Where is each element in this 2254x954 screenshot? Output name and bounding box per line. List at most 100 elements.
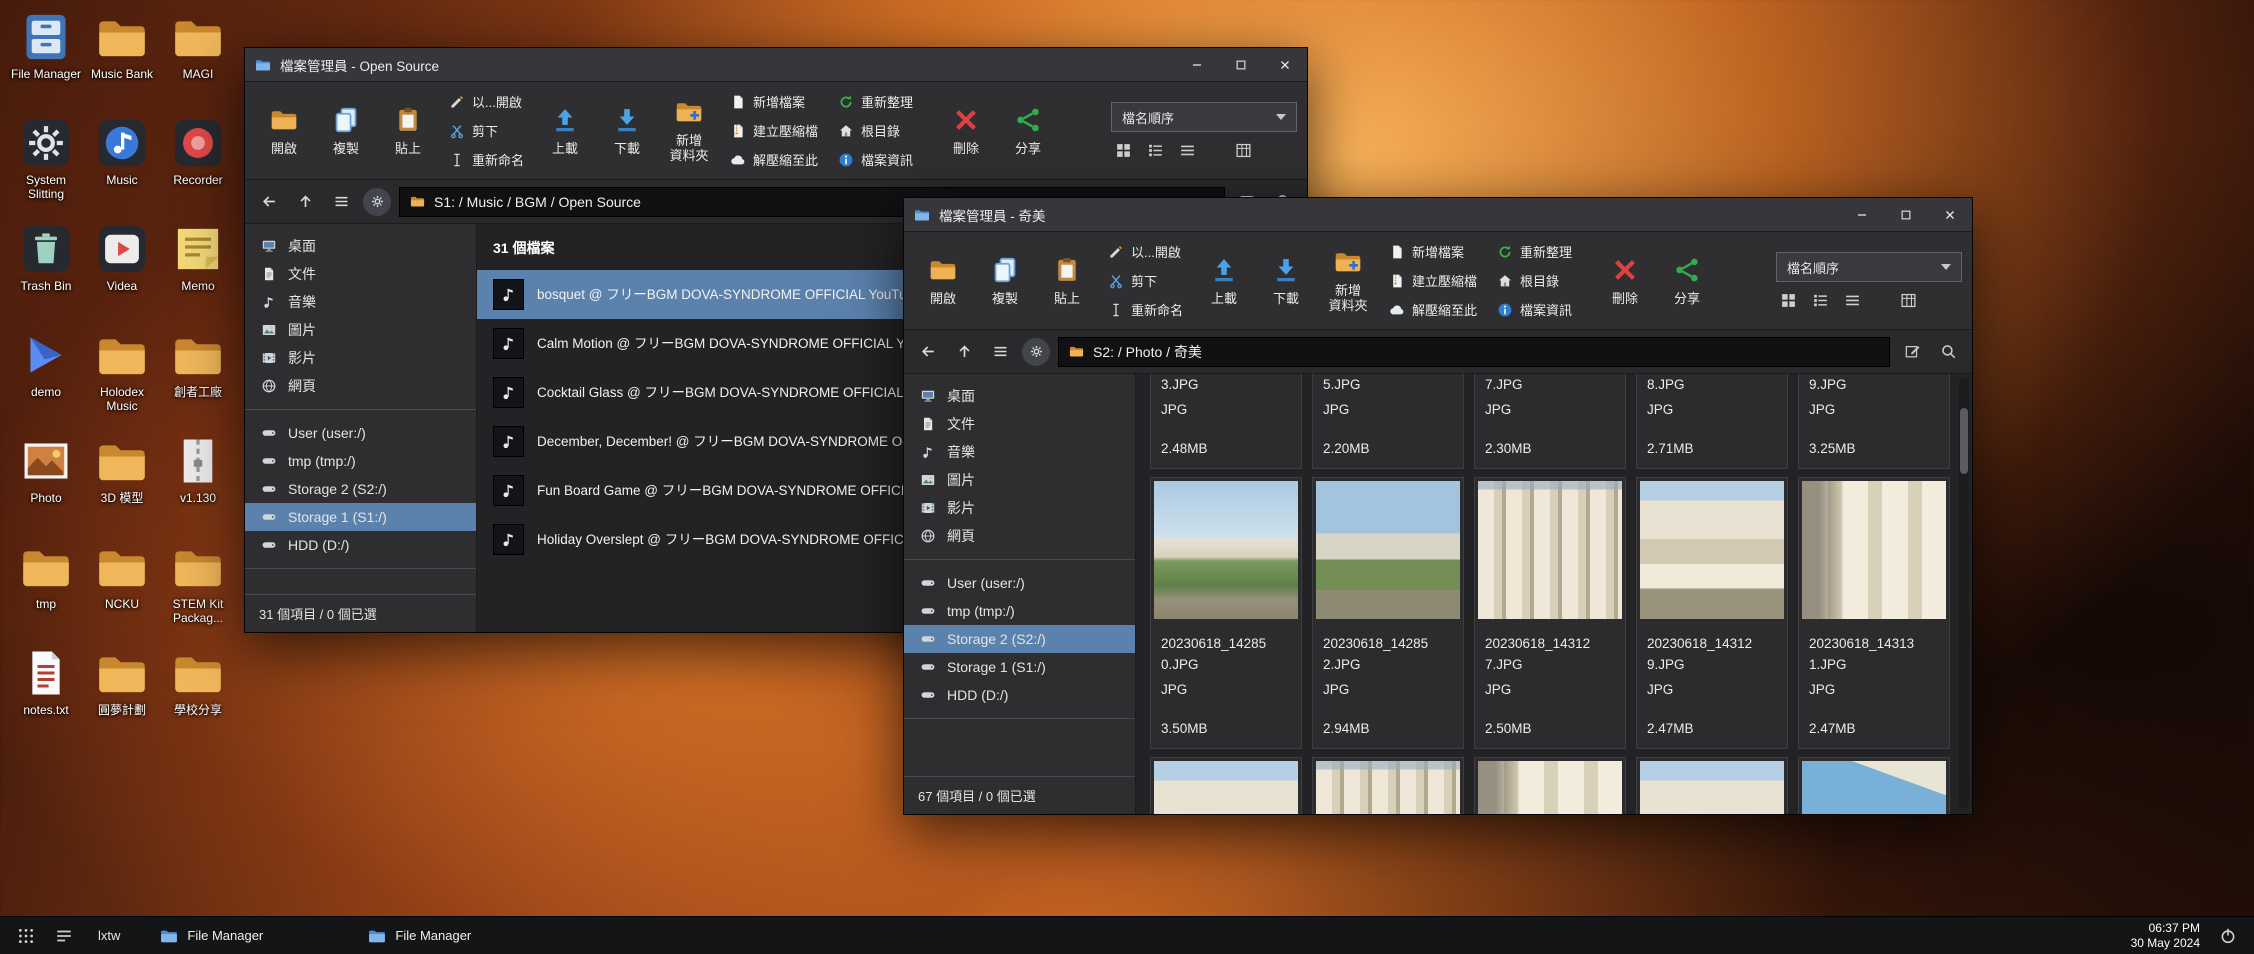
close-button[interactable] <box>1928 198 1972 231</box>
desktop-icon[interactable]: tmp <box>8 536 84 642</box>
desktop-icon[interactable]: Recorder <box>160 112 236 218</box>
menu-button[interactable] <box>327 188 355 216</box>
up-button[interactable] <box>950 338 978 366</box>
view-columns-button[interactable] <box>1900 292 1917 309</box>
clock[interactable]: 06:37 PM 30 May 2024 <box>2131 921 2212 951</box>
photo-cell[interactable]: 20230618_142852.JPGJPG2.94MB <box>1312 477 1464 749</box>
settings-button[interactable] <box>1022 338 1050 366</box>
desktop-icon[interactable]: 3D 模型 <box>84 430 160 536</box>
view-columns-button[interactable] <box>1235 142 1252 159</box>
back-button[interactable] <box>914 338 942 366</box>
desktop-icon[interactable]: v1.130 <box>160 430 236 536</box>
download-button[interactable]: 下載 <box>598 87 656 175</box>
sidebar-drive[interactable]: tmp (tmp:/) <box>904 597 1135 625</box>
open-with-button[interactable]: 以...開啟 <box>441 89 532 115</box>
cut-button[interactable]: 剪下 <box>441 118 532 144</box>
delete-button[interactable]: 刪除 <box>937 87 995 175</box>
desktop-icon[interactable]: Photo <box>8 430 84 536</box>
sidebar-drive[interactable]: User (user:/) <box>904 569 1135 597</box>
photo-cell[interactable] <box>1636 757 1788 814</box>
sidebar-place-desktop[interactable]: 桌面 <box>904 382 1135 410</box>
desktop-icon[interactable]: Videa <box>84 218 160 324</box>
path-input[interactable]: S2: / Photo / 奇美 <box>1058 337 1890 367</box>
desktop-icon[interactable]: notes.txt <box>8 642 84 748</box>
photo-cell[interactable] <box>1474 757 1626 814</box>
cut-button[interactable]: 剪下 <box>1100 268 1191 294</box>
create-archive-button[interactable]: 建立壓縮檔 <box>1381 268 1485 294</box>
root-button[interactable]: 根目錄 <box>1489 268 1580 294</box>
view-grid-button[interactable] <box>1780 292 1797 309</box>
sidebar-drive[interactable]: HDD (D:/) <box>245 531 476 559</box>
paste-button[interactable]: 貼上 <box>379 87 437 175</box>
view-list-button[interactable] <box>1147 142 1164 159</box>
desktop-icon[interactable]: System Slitting <box>8 112 84 218</box>
paste-button[interactable]: 貼上 <box>1038 237 1096 325</box>
desktop-icon[interactable]: NCKU <box>84 536 160 642</box>
desktop-icon[interactable]: STEM Kit Packag... <box>160 536 236 642</box>
menu-button[interactable] <box>986 338 1014 366</box>
delete-button[interactable]: 刪除 <box>1596 237 1654 325</box>
upload-button[interactable]: 上載 <box>1195 237 1253 325</box>
minimize-button[interactable] <box>1175 48 1219 81</box>
start-button[interactable] <box>10 920 42 952</box>
titlebar[interactable]: 檔案管理員 - 奇美 <box>904 198 1972 232</box>
new-folder-button[interactable]: 新增資料夾 <box>1319 237 1377 325</box>
sidebar-place-music[interactable]: 音樂 <box>904 438 1135 466</box>
download-button[interactable]: 下載 <box>1257 237 1315 325</box>
sidebar-drive[interactable]: Storage 2 (S2:/) <box>904 625 1135 653</box>
sidebar-place-desktop[interactable]: 桌面 <box>245 232 476 260</box>
open-button[interactable]: 開啟 <box>255 87 313 175</box>
upload-button[interactable]: 上載 <box>536 87 594 175</box>
maximize-button[interactable] <box>1219 48 1263 81</box>
close-button[interactable] <box>1263 48 1307 81</box>
sidebar-place-doc[interactable]: 文件 <box>904 410 1135 438</box>
new-file-button[interactable]: 新增檔案 <box>1381 239 1485 265</box>
create-archive-button[interactable]: 建立壓縮檔 <box>722 118 826 144</box>
file-info-button[interactable]: 檔案資訊 <box>830 147 921 173</box>
sidebar-place-image[interactable]: 圖片 <box>904 466 1135 494</box>
photo-cell[interactable] <box>1312 757 1464 814</box>
rename-button[interactable]: 重新命名 <box>441 147 532 173</box>
desktop-icon[interactable]: 學校分享 <box>160 642 236 748</box>
desktop-icon[interactable]: demo <box>8 324 84 430</box>
taskbar-task-button[interactable]: File Manager <box>354 917 522 954</box>
sort-order-select[interactable]: 檔名順序 <box>1776 252 1962 282</box>
edit-path-button[interactable] <box>1898 338 1926 366</box>
sidebar-place-film[interactable]: 影片 <box>904 494 1135 522</box>
sidebar-place-music[interactable]: 音樂 <box>245 288 476 316</box>
settings-button[interactable] <box>363 188 391 216</box>
photo-cell[interactable]: 20230618_142850.JPGJPG3.50MB <box>1150 477 1302 749</box>
view-compact-button[interactable] <box>1844 292 1861 309</box>
refresh-button[interactable]: 重新整理 <box>830 89 921 115</box>
photo-cell[interactable]: 20230618_143131.JPGJPG2.47MB <box>1798 477 1950 749</box>
sidebar-drive[interactable]: User (user:/) <box>245 419 476 447</box>
copy-button[interactable]: 複製 <box>976 237 1034 325</box>
copy-button[interactable]: 複製 <box>317 87 375 175</box>
desktop-icon[interactable]: File Manager <box>8 6 84 112</box>
share-button[interactable]: 分享 <box>1658 237 1716 325</box>
desktop-icon[interactable]: MAGI <box>160 6 236 112</box>
photo-cell[interactable]: 20230618_143127.JPGJPG2.50MB <box>1474 477 1626 749</box>
sidebar-place-image[interactable]: 圖片 <box>245 316 476 344</box>
sidebar-place-doc[interactable]: 文件 <box>245 260 476 288</box>
desktop-icon[interactable]: Music <box>84 112 160 218</box>
titlebar[interactable]: 檔案管理員 - Open Source <box>245 48 1307 82</box>
view-list-button[interactable] <box>1812 292 1829 309</box>
maximize-button[interactable] <box>1884 198 1928 231</box>
scrollbar[interactable] <box>1959 378 1969 808</box>
extract-here-button[interactable]: 解壓縮至此 <box>1381 297 1485 323</box>
ime-indicator[interactable]: lxtw <box>98 928 120 943</box>
power-button[interactable] <box>2212 920 2244 952</box>
sidebar-drive[interactable]: HDD (D:/) <box>904 681 1135 709</box>
root-button[interactable]: 根目錄 <box>830 118 921 144</box>
share-button[interactable]: 分享 <box>999 87 1057 175</box>
photo-cell[interactable] <box>1150 757 1302 814</box>
photo-cell[interactable]: 7.JPGJPG2.30MB <box>1474 374 1626 469</box>
sidebar-place-web[interactable]: 網頁 <box>904 522 1135 550</box>
extract-here-button[interactable]: 解壓縮至此 <box>722 147 826 173</box>
search-button[interactable] <box>1934 338 1962 366</box>
sidebar-place-film[interactable]: 影片 <box>245 344 476 372</box>
back-button[interactable] <box>255 188 283 216</box>
view-grid-button[interactable] <box>1115 142 1132 159</box>
open-button[interactable]: 開啟 <box>914 237 972 325</box>
